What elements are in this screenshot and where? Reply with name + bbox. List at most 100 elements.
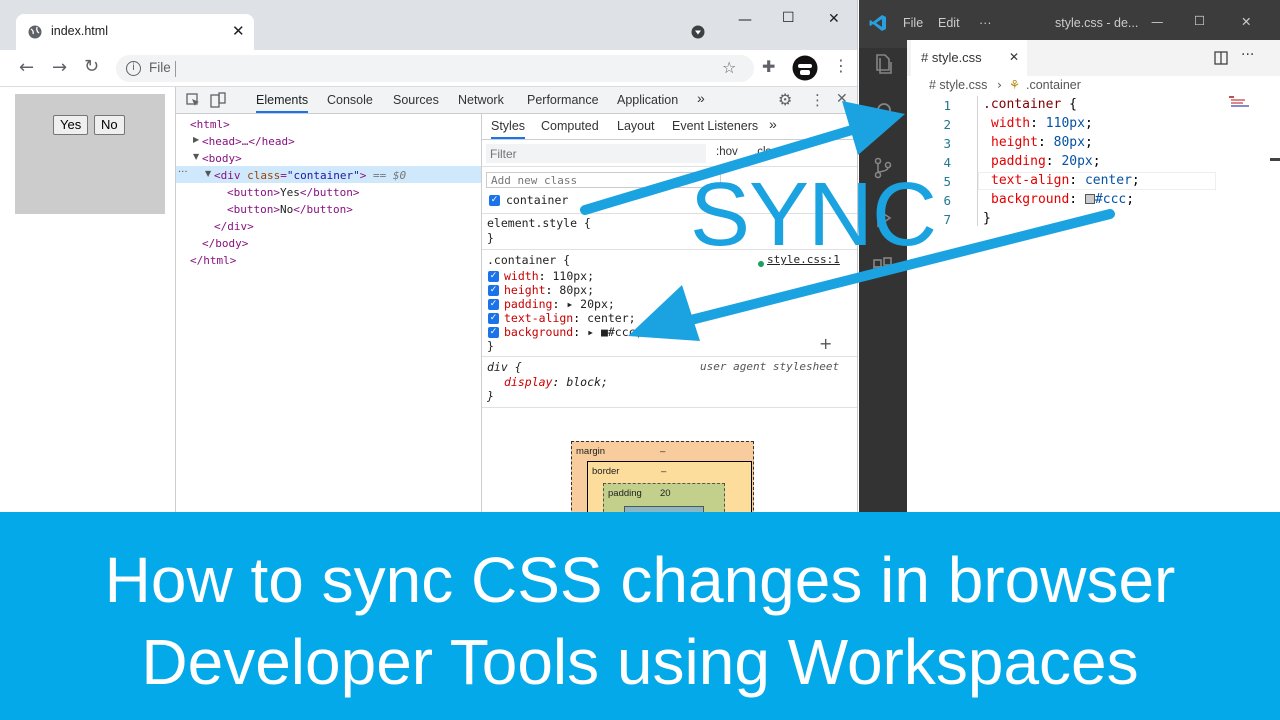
container-rule-selector[interactable]: .container {	[487, 253, 570, 267]
prop-width[interactable]: width: 110px;	[504, 269, 594, 283]
avatar[interactable]	[792, 55, 818, 81]
toolbar: ← → ↻ i File ☆ ✚ ⋮	[0, 50, 857, 87]
code-line[interactable]: width: 110px;	[991, 116, 1093, 131]
maximize-button[interactable]: ☐	[1194, 13, 1205, 28]
tab-computed[interactable]: Computed	[541, 119, 599, 133]
kebab-menu-icon[interactable]: ⋮	[833, 56, 849, 75]
address-bar[interactable]: i File ☆	[116, 55, 754, 82]
node-actions-icon[interactable]: ···	[178, 167, 188, 178]
code-line[interactable]: background: #ccc;	[991, 192, 1134, 207]
maximize-button[interactable]: ☐	[782, 10, 795, 26]
menu-edit[interactable]: Edit	[938, 16, 960, 30]
code-line[interactable]: height: 80px;	[991, 135, 1093, 150]
more-tabs-icon[interactable]: »	[697, 90, 705, 106]
add-rule-button[interactable]: +	[819, 334, 832, 353]
close-devtools-icon[interactable]: ✕	[836, 91, 848, 107]
more-tabs-icon[interactable]: »	[769, 116, 777, 132]
extensions-icon[interactable]: ✚	[762, 57, 775, 76]
dom-attr-name: class	[247, 169, 281, 182]
close-tab-icon[interactable]: ✕	[1009, 50, 1019, 64]
menu-file[interactable]: File	[903, 16, 923, 30]
dom-body-open[interactable]: <body>	[202, 152, 242, 165]
close-window-button[interactable]: ✕	[1241, 14, 1251, 29]
collapse-triangle-icon[interactable]: ▼	[205, 169, 211, 178]
dom-button-no[interactable]: <button>No</button>	[227, 203, 353, 216]
tab-application[interactable]: Application	[617, 93, 678, 107]
no-button[interactable]: No	[94, 115, 125, 135]
dom-html-close[interactable]: </html>	[190, 254, 236, 267]
hover-state-toggle[interactable]: :hov	[716, 146, 738, 158]
close-window-button[interactable]: ✕	[828, 11, 840, 27]
close-tab-icon[interactable]: ✕	[232, 22, 245, 40]
editor-tab-style-css[interactable]: # style.css ✕	[911, 40, 1027, 76]
add-class-input-wrap[interactable]: Add new class	[486, 172, 721, 188]
minimize-button[interactable]: —	[738, 12, 752, 28]
tab-event-listeners[interactable]: Event Listeners	[672, 119, 758, 133]
reload-icon[interactable]: ↻	[84, 56, 99, 77]
browser-tab[interactable]: index.html ✕	[16, 14, 254, 50]
expand-triangle-icon[interactable]: ▶	[193, 135, 199, 144]
minimap[interactable]	[1229, 96, 1259, 108]
split-editor-icon[interactable]	[1214, 51, 1228, 65]
prop-checkbox[interactable]: ✓	[488, 313, 499, 324]
class-checkbox[interactable]: ✓	[489, 195, 500, 206]
prop-height[interactable]: height: 80px;	[504, 283, 594, 297]
prop-padding[interactable]: padding: ▸ 20px;	[504, 297, 615, 311]
element-style-rule[interactable]: element.style {	[487, 216, 591, 230]
profile-menu-icon[interactable]	[691, 25, 705, 39]
gear-icon[interactable]: ⚙	[778, 90, 792, 109]
prop-checkbox[interactable]: ✓	[488, 299, 499, 310]
box-model-padding[interactable]: padding 20	[603, 483, 725, 512]
filter-bar: :hov .cls	[482, 140, 857, 167]
class-toggle[interactable]: .cls	[754, 146, 771, 158]
code-line-close[interactable]: }	[983, 211, 991, 226]
dom-div-close[interactable]: </div>	[214, 220, 254, 233]
dom-div-container[interactable]: <div class="container"> == $0	[214, 169, 406, 182]
tab-console[interactable]: Console	[327, 93, 373, 107]
search-icon[interactable]	[871, 100, 895, 124]
prop-checkbox[interactable]: ✓	[488, 271, 499, 282]
collapse-triangle-icon[interactable]: ▼	[193, 152, 199, 161]
dom-button-yes[interactable]: <button>Yes</button>	[227, 186, 359, 199]
inspect-element-icon[interactable]	[186, 93, 200, 107]
devtools-menu-icon[interactable]: ⋮	[810, 91, 825, 109]
dom-html-open[interactable]: <html>	[190, 118, 230, 131]
breadcrumb-file[interactable]: # style.css	[929, 78, 987, 92]
code-colon: :	[1069, 192, 1085, 207]
breadcrumb-separator-icon: ›	[997, 77, 1002, 92]
dom-body-close[interactable]: </body>	[202, 237, 248, 250]
dom-head[interactable]: <head>…</head>	[202, 135, 295, 148]
code-line-selector[interactable]: .container {	[983, 97, 1077, 112]
yes-button[interactable]: Yes	[53, 115, 89, 135]
device-toolbar-icon[interactable]	[210, 92, 226, 108]
prop-checkbox[interactable]: ✓	[488, 327, 499, 338]
back-icon[interactable]: ←	[19, 57, 34, 78]
tab-network[interactable]: Network	[458, 93, 504, 107]
code-line[interactable]: text-align: center;	[991, 173, 1140, 188]
tab-elements[interactable]: Elements	[256, 93, 309, 113]
prop-background[interactable]: background: ▸ ■#ccc;	[504, 325, 643, 339]
minimize-button[interactable]: —	[1151, 14, 1164, 29]
explorer-icon[interactable]	[871, 52, 895, 76]
box-model-margin[interactable]: margin – border – padding 20	[571, 441, 754, 512]
editor-more-icon[interactable]: ···	[1241, 47, 1254, 63]
tab-styles[interactable]: Styles	[491, 119, 526, 139]
tab-layout[interactable]: Layout	[617, 119, 655, 133]
tab-performance[interactable]: Performance	[527, 93, 599, 107]
code-colon: :	[1030, 116, 1046, 131]
prop-name: display	[504, 375, 553, 389]
box-model-border[interactable]: border – padding 20	[587, 461, 752, 512]
forward-icon[interactable]: →	[52, 57, 67, 78]
color-swatch-icon[interactable]	[1084, 194, 1095, 204]
site-info-icon[interactable]: i	[126, 61, 141, 76]
styles-filter-input[interactable]	[486, 144, 706, 163]
prop-checkbox[interactable]: ✓	[488, 285, 499, 296]
code-line[interactable]: padding: 20px;	[991, 154, 1101, 169]
bookmark-star-icon[interactable]: ☆	[722, 58, 736, 77]
prop-text-align[interactable]: text-align: center;	[504, 311, 636, 325]
tab-sources[interactable]: Sources	[393, 93, 439, 107]
breadcrumb-symbol[interactable]: .container	[1026, 78, 1081, 92]
menu-more[interactable]: ···	[979, 16, 992, 30]
scrollbar-thumb[interactable]	[1270, 158, 1280, 161]
padding-label: padding	[608, 488, 642, 499]
